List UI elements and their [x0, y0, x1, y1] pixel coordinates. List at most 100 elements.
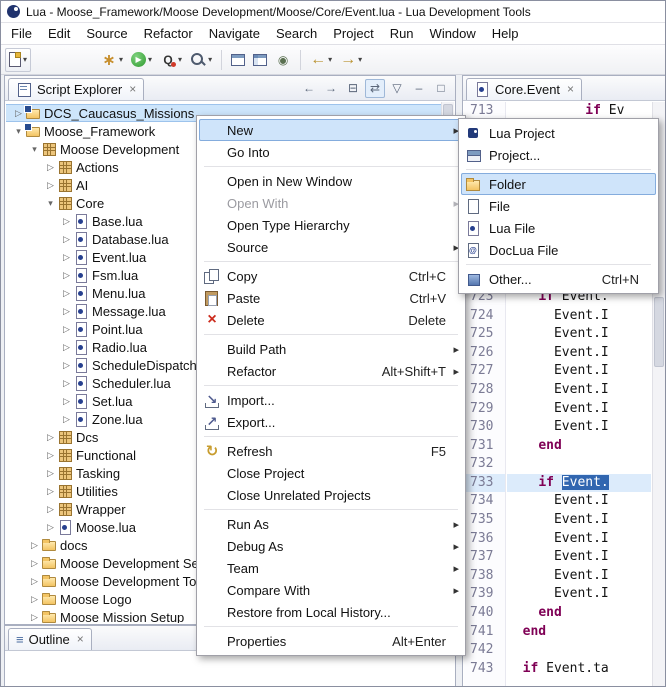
code-line-726[interactable]: Event.I: [507, 344, 651, 363]
collapsed-arrow-icon[interactable]: ▷: [60, 216, 73, 227]
code-line-727[interactable]: Event.I: [507, 362, 651, 381]
collapsed-arrow-icon[interactable]: ▷: [60, 234, 73, 245]
menu-item-paste[interactable]: PasteCtrl+V: [199, 287, 463, 309]
close-icon[interactable]: ×: [77, 632, 84, 646]
menu-item-go-into[interactable]: Go Into: [199, 141, 463, 163]
collapsed-arrow-icon[interactable]: ▷: [44, 162, 57, 173]
collapsed-arrow-icon[interactable]: ▷: [60, 378, 73, 389]
collapsed-arrow-icon[interactable]: ▷: [44, 180, 57, 191]
maximize-button[interactable]: □: [431, 79, 451, 98]
menu-item-close-unrelated-projects[interactable]: Close Unrelated Projects: [199, 484, 463, 506]
code-line-729[interactable]: Event.I: [507, 400, 651, 419]
back-button[interactable]: ←: [299, 79, 319, 98]
menu-item-build-path[interactable]: Build Path▸: [199, 338, 463, 360]
menu-item-open-in-new-window[interactable]: Open in New Window: [199, 170, 463, 192]
menu-search[interactable]: Search: [268, 24, 325, 43]
code-line-738[interactable]: Event.I: [507, 567, 651, 586]
submenu-item-file[interactable]: File: [461, 195, 656, 217]
code-line-742[interactable]: [507, 641, 651, 660]
menu-item-import[interactable]: ↘Import...: [199, 389, 463, 411]
collapsed-arrow-icon[interactable]: ▷: [44, 486, 57, 497]
menu-item-debug-as[interactable]: Debug As▸: [199, 535, 463, 557]
minimize-button[interactable]: –: [409, 79, 429, 98]
expanded-arrow-icon[interactable]: ▾: [44, 198, 57, 209]
submenu-item-lua-file[interactable]: Lua File: [461, 217, 656, 239]
toolbar-search-button[interactable]: ▾: [186, 48, 216, 72]
toolbar-coverage-button[interactable]: Q▾: [156, 48, 186, 72]
menu-item-new[interactable]: New▸: [199, 119, 463, 141]
code-line-724[interactable]: Event.I: [507, 307, 651, 326]
collapsed-arrow-icon[interactable]: ▷: [28, 540, 41, 551]
menu-refactor[interactable]: Refactor: [136, 24, 201, 43]
toolbar-open-console-button[interactable]: [227, 48, 249, 72]
code-line-737[interactable]: Event.I: [507, 548, 651, 567]
menu-item-open-type-hierarchy[interactable]: Open Type Hierarchy: [199, 214, 463, 236]
menu-item-properties[interactable]: PropertiesAlt+Enter: [199, 630, 463, 652]
code-line-733[interactable]: if Event.: [507, 474, 651, 493]
code-line-731[interactable]: end: [507, 437, 651, 456]
code-line-725[interactable]: Event.I: [507, 325, 651, 344]
collapsed-arrow-icon[interactable]: ▷: [28, 594, 41, 605]
toolbar-back-button[interactable]: ←▾: [306, 48, 336, 72]
collapsed-arrow-icon[interactable]: ▷: [44, 468, 57, 479]
menu-run[interactable]: Run: [382, 24, 422, 43]
collapsed-arrow-icon[interactable]: ▷: [44, 504, 57, 515]
code-line-730[interactable]: Event.I: [507, 418, 651, 437]
submenu-item-other[interactable]: Other...Ctrl+N: [461, 268, 656, 290]
collapsed-arrow-icon[interactable]: ▷: [60, 360, 73, 371]
submenu-item-lua-project[interactable]: Lua Project: [461, 122, 656, 144]
code-line-740[interactable]: end: [507, 604, 651, 623]
code-line-728[interactable]: Event.I: [507, 381, 651, 400]
submenu-item-doclua-file[interactable]: DocLua File: [461, 239, 656, 261]
menu-item-close-project[interactable]: Close Project: [199, 462, 463, 484]
link-with-editor-button[interactable]: ⇄: [365, 79, 385, 98]
tab-outline[interactable]: ≡ Outline ×: [8, 628, 92, 650]
collapsed-arrow-icon[interactable]: ▷: [60, 342, 73, 353]
menu-item-delete[interactable]: ×DeleteDelete: [199, 309, 463, 331]
view-menu-button[interactable]: ▽: [387, 79, 407, 98]
collapse-all-button[interactable]: ⊟: [343, 79, 363, 98]
toolbar-forward-button[interactable]: →▾: [336, 48, 366, 72]
menu-navigate[interactable]: Navigate: [201, 24, 268, 43]
close-icon[interactable]: ×: [129, 82, 136, 96]
code-line-736[interactable]: Event.I: [507, 530, 651, 549]
submenu-item-project[interactable]: Project...: [461, 144, 656, 166]
tab-script-explorer[interactable]: Script Explorer ×: [8, 78, 144, 100]
menu-item-team[interactable]: Team▸: [199, 557, 463, 579]
toolbar-external-tools-button[interactable]: ∗▾: [97, 48, 127, 72]
code-line-735[interactable]: Event.I: [507, 511, 651, 530]
collapsed-arrow-icon[interactable]: ▷: [60, 288, 73, 299]
menu-source[interactable]: Source: [78, 24, 135, 43]
code-line-741[interactable]: end: [507, 623, 651, 642]
collapsed-arrow-icon[interactable]: ▷: [60, 324, 73, 335]
tab-core-event[interactable]: Core.Event ×: [466, 78, 582, 100]
code-line-739[interactable]: Event.I: [507, 585, 651, 604]
collapsed-arrow-icon[interactable]: ▷: [60, 252, 73, 263]
collapsed-arrow-icon[interactable]: ▷: [60, 414, 73, 425]
collapsed-arrow-icon[interactable]: ▷: [28, 576, 41, 587]
menu-item-copy[interactable]: CopyCtrl+C: [199, 265, 463, 287]
toolbar-open-view-button[interactable]: [249, 48, 271, 72]
collapsed-arrow-icon[interactable]: ▷: [44, 450, 57, 461]
submenu-item-folder[interactable]: Folder: [461, 173, 656, 195]
collapsed-arrow-icon[interactable]: ▷: [60, 396, 73, 407]
menu-item-run-as[interactable]: Run As▸: [199, 513, 463, 535]
menu-edit[interactable]: Edit: [40, 24, 78, 43]
menu-item-export[interactable]: ↗Export...: [199, 411, 463, 433]
menu-item-refresh[interactable]: ↻RefreshF5: [199, 440, 463, 462]
forward-button[interactable]: →: [321, 79, 341, 98]
menu-file[interactable]: File: [3, 24, 40, 43]
menu-item-compare-with[interactable]: Compare With▸: [199, 579, 463, 601]
close-icon[interactable]: ×: [567, 82, 574, 96]
code-line-743[interactable]: if Event.ta: [507, 660, 651, 679]
collapsed-arrow-icon[interactable]: ▷: [60, 306, 73, 317]
menu-help[interactable]: Help: [484, 24, 527, 43]
toolbar-new-button[interactable]: ▾: [5, 48, 31, 72]
toolbar-pin-editor-button[interactable]: ◉: [271, 48, 295, 72]
menu-project[interactable]: Project: [325, 24, 381, 43]
code-line-734[interactable]: Event.I: [507, 492, 651, 511]
menu-item-open-with[interactable]: Open With▸: [199, 192, 463, 214]
collapsed-arrow-icon[interactable]: ▷: [60, 270, 73, 281]
expanded-arrow-icon[interactable]: ▾: [28, 144, 41, 155]
menu-item-source[interactable]: Source▸: [199, 236, 463, 258]
